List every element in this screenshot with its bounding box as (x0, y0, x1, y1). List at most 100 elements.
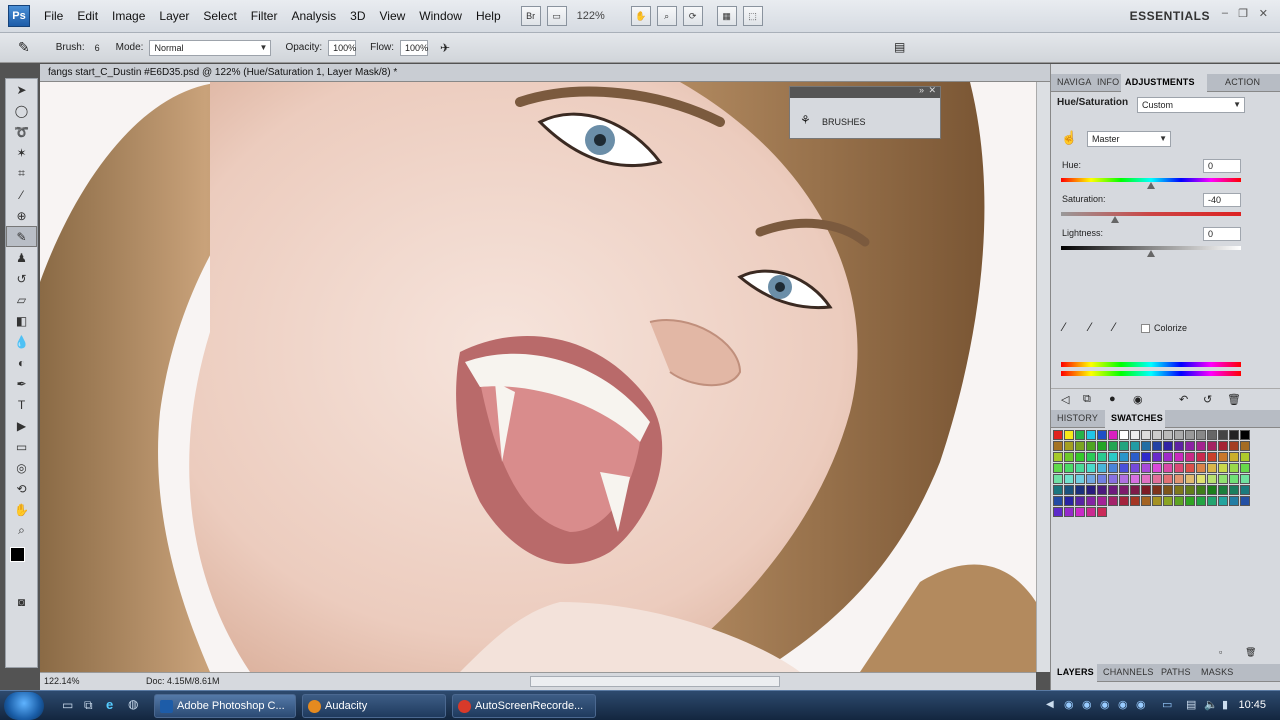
swatch[interactable] (1053, 474, 1063, 484)
colorize-checkbox[interactable] (1141, 324, 1150, 333)
swatch[interactable] (1229, 485, 1239, 495)
swatch[interactable] (1196, 496, 1206, 506)
bridge-button[interactable]: Br (520, 6, 541, 26)
volume-icon[interactable]: 🔈 (1204, 698, 1218, 711)
swatch[interactable] (1053, 485, 1063, 495)
hand-tool-icon[interactable]: ✋ (6, 499, 37, 520)
channel-select[interactable]: Master ▼ (1087, 131, 1171, 147)
saturation-slider[interactable] (1061, 212, 1241, 216)
swatch[interactable] (1075, 485, 1085, 495)
swatch[interactable] (1097, 430, 1107, 440)
swatch[interactable] (1119, 452, 1129, 462)
show-hidden-icons-icon[interactable]: ◀ (1046, 699, 1054, 710)
eraser-tool-icon[interactable]: ▱ (6, 289, 37, 310)
swatch[interactable] (1207, 463, 1217, 473)
swatch[interactable] (1207, 496, 1217, 506)
swatch[interactable] (1130, 485, 1140, 495)
swatch[interactable] (1086, 452, 1096, 462)
swatch[interactable] (1152, 474, 1162, 484)
swatch[interactable] (1075, 430, 1085, 440)
visibility-eye-icon[interactable]: ◉ (1133, 393, 1143, 406)
swatch[interactable] (1064, 474, 1074, 484)
gradient-tool-icon[interactable]: ◧ (6, 310, 37, 331)
swatch[interactable] (1097, 496, 1107, 506)
clip-layer-icon[interactable]: ● (1109, 393, 1116, 405)
swatch[interactable] (1130, 496, 1140, 506)
swatch[interactable] (1207, 474, 1217, 484)
crop-tool-icon[interactable]: ⌗ (6, 163, 37, 184)
power-icon[interactable]: ▮ (1222, 698, 1228, 711)
tray-app-icon-2[interactable]: ◉ (1100, 698, 1110, 711)
swatch[interactable] (1141, 474, 1151, 484)
tab-info[interactable]: INFO (1097, 77, 1119, 87)
swatch[interactable] (1141, 441, 1151, 451)
swatch[interactable] (1141, 485, 1151, 495)
swatch[interactable] (1119, 485, 1129, 495)
swatch[interactable] (1185, 452, 1195, 462)
path-selection-tool-icon[interactable]: ▶ (6, 415, 37, 436)
swatch[interactable] (1218, 474, 1228, 484)
swatch[interactable] (1130, 474, 1140, 484)
previous-state-icon[interactable]: ↶ (1179, 393, 1188, 406)
swatch[interactable] (1240, 474, 1250, 484)
history-brush-tool-icon[interactable]: ↺ (6, 268, 37, 289)
swatch[interactable] (1130, 430, 1140, 440)
menu-window[interactable]: Window (419, 9, 462, 23)
healing-tool-icon[interactable]: ⊕ (6, 205, 37, 226)
swatch[interactable] (1141, 430, 1151, 440)
swatch[interactable] (1053, 463, 1063, 473)
horizontal-scrollbar[interactable] (530, 676, 780, 687)
swatch[interactable] (1086, 441, 1096, 451)
screen-mode-icon[interactable]: ▭ (546, 6, 567, 26)
swatch[interactable] (1086, 507, 1096, 517)
tab-navigator[interactable]: NAVIGA (1057, 77, 1092, 87)
swatch[interactable] (1240, 441, 1250, 451)
hue-slider-thumb[interactable] (1147, 182, 1155, 189)
eyedropper-tool-icon[interactable]: ⁄ (6, 184, 37, 205)
swatch[interactable] (1108, 441, 1118, 451)
swatch[interactable] (1218, 496, 1228, 506)
swatch[interactable] (1240, 430, 1250, 440)
lasso-tool-icon[interactable]: ➰ (6, 121, 37, 142)
airbrush-icon[interactable]: ✈ (440, 41, 450, 55)
saturation-field[interactable]: -40 (1203, 193, 1241, 207)
swatch[interactable] (1185, 496, 1195, 506)
swatch[interactable] (1064, 441, 1074, 451)
reset-icon[interactable]: ↺ (1203, 393, 1212, 406)
menu-3d[interactable]: 3D (350, 9, 365, 23)
opacity-field[interactable]: 100% (328, 39, 356, 56)
swatch[interactable] (1097, 463, 1107, 473)
targeted-adjustment-icon[interactable]: ☝ (1061, 130, 1077, 146)
rotate-view-icon[interactable]: ⟳ (682, 6, 703, 26)
swatch[interactable] (1196, 430, 1206, 440)
lightness-slider-thumb[interactable] (1147, 250, 1155, 257)
task-photoshop[interactable]: Adobe Photoshop C... (154, 694, 296, 718)
swatch[interactable] (1053, 507, 1063, 517)
swatch[interactable] (1097, 474, 1107, 484)
swatch[interactable] (1163, 474, 1173, 484)
zoom-status[interactable]: 122.14% (44, 676, 80, 686)
brushes-panel[interactable]: » ✕ ⚘ BRUSHES (789, 85, 941, 139)
swatch[interactable] (1163, 485, 1173, 495)
menu-filter[interactable]: Filter (251, 9, 278, 23)
workspace-switcher[interactable]: ESSENTIALS (1130, 9, 1210, 23)
swatch[interactable] (1086, 485, 1096, 495)
marquee-tool-icon[interactable]: ◯ (6, 100, 37, 121)
swatch[interactable] (1152, 485, 1162, 495)
menu-image[interactable]: Image (112, 9, 145, 23)
swatch[interactable] (1108, 430, 1118, 440)
swatch[interactable] (1229, 496, 1239, 506)
magic-wand-tool-icon[interactable]: ✶ (6, 142, 37, 163)
swatch[interactable] (1196, 485, 1206, 495)
firefox-icon[interactable]: ◍ (128, 697, 138, 711)
tray-app-icon-4[interactable]: ◉ (1136, 698, 1146, 711)
tab-history[interactable]: HISTORY (1057, 413, 1098, 423)
swatch[interactable] (1229, 430, 1239, 440)
tab-swatches[interactable]: SWATCHES (1111, 413, 1163, 423)
tray-app-icon-3[interactable]: ◉ (1118, 698, 1128, 711)
swatch[interactable] (1053, 430, 1063, 440)
swatch[interactable] (1064, 507, 1074, 517)
start-button[interactable] (4, 692, 44, 720)
preset-select[interactable]: Custom ▼ (1137, 97, 1245, 113)
swatch[interactable] (1163, 430, 1173, 440)
